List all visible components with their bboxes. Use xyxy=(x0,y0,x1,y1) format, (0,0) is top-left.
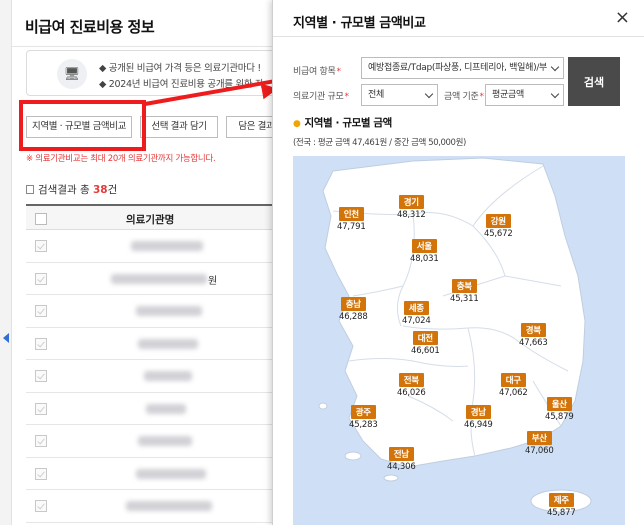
national-summary: (전국 : 평균 금액 47,461원 / 중간 금액 50,000원) xyxy=(293,138,466,148)
blurred-hospital-name xyxy=(138,338,198,349)
table-row[interactable] xyxy=(26,458,290,490)
table-row[interactable] xyxy=(26,393,290,425)
region-label[interactable]: 전남 44,306 xyxy=(387,442,416,472)
region-label[interactable]: 광주 45,283 xyxy=(349,400,378,430)
monitor-icon: 🖥 xyxy=(57,59,87,89)
region-label[interactable]: 충남 46,288 xyxy=(339,292,368,322)
modal-divider xyxy=(273,36,644,37)
result-table: 의료기관명 원 xyxy=(26,204,290,523)
background-page: 비급여 진료비용 정보 🖥 ◆ 공개된 비급여 가격 등은 의료기관마다 ! ◆… xyxy=(0,0,306,525)
island-shape xyxy=(344,451,362,461)
region-label[interactable]: 경남 46,949 xyxy=(464,400,493,430)
region-label[interactable]: 부산 47,060 xyxy=(525,426,554,456)
korea-map: 인천 47,791 경기 48,312 강원 45,672 서울 48,031 충북 45… xyxy=(293,156,625,525)
row-checkbox[interactable] xyxy=(35,272,47,285)
title-divider xyxy=(12,46,290,47)
island-shape xyxy=(318,402,328,410)
section-title: ● 지역별 · 규모별 금액 xyxy=(293,117,392,129)
region-label[interactable]: 대전 46,601 xyxy=(411,326,440,356)
table-row[interactable] xyxy=(26,230,290,263)
region-label[interactable]: 서울 48,031 xyxy=(410,234,439,264)
list-icon xyxy=(26,185,34,194)
chevron-down-icon xyxy=(550,62,560,72)
close-icon[interactable]: × xyxy=(615,8,630,28)
region-label[interactable]: 세종 47,024 xyxy=(402,296,431,326)
region-label[interactable]: 강원 45,672 xyxy=(484,209,513,239)
table-row[interactable] xyxy=(26,360,290,393)
region-label[interactable]: 전북 46,026 xyxy=(397,368,426,398)
region-label[interactable]: 충북 45,311 xyxy=(450,274,479,304)
item-select[interactable]: 예방접종료/Tdap(파상풍, 디프테리아, 백일해)/부 xyxy=(361,57,564,79)
row-checkbox[interactable] xyxy=(35,305,47,317)
page-title: 비급여 진료비용 정보 xyxy=(25,18,155,36)
row-checkbox[interactable] xyxy=(35,370,47,382)
island-shape xyxy=(383,474,399,482)
select-all-checkbox[interactable] xyxy=(35,213,47,225)
region-label[interactable]: 제주 45,877 xyxy=(547,488,576,518)
table-row[interactable] xyxy=(26,425,290,458)
row-checkbox[interactable] xyxy=(35,435,47,447)
chevron-down-icon xyxy=(424,89,434,99)
price-basis-label: 금액 기준* xyxy=(444,92,484,102)
column-header-hospital: 의료기관명 xyxy=(126,214,175,226)
region-label[interactable]: 경기 48,312 xyxy=(397,190,426,220)
notice-box: 🖥 ◆ 공개된 비급여 가격 등은 의료기관마다 ! ◆ 2024년 비급여 진… xyxy=(26,50,290,96)
size-label: 의료기관 규모* xyxy=(293,92,349,102)
row-checkbox[interactable] xyxy=(35,337,47,350)
blurred-hospital-name xyxy=(136,468,206,479)
size-select[interactable]: 전체 xyxy=(361,84,438,106)
table-header: 의료기관명 xyxy=(26,204,290,230)
row-checkbox[interactable] xyxy=(35,240,47,252)
hospital-name-suffix: 원 xyxy=(208,275,218,287)
price-basis-select[interactable]: 평균금액 xyxy=(485,84,564,106)
result-count: 검색결과 총 38건 xyxy=(26,182,117,197)
blurred-hospital-name xyxy=(136,306,202,316)
blurred-hospital-name xyxy=(111,273,207,284)
left-rail[interactable] xyxy=(0,0,12,525)
modal-title: 지역별 · 규모별 금액비교 xyxy=(293,16,426,31)
item-label: 비급여 항목* xyxy=(293,67,341,77)
row-checkbox[interactable] xyxy=(35,402,47,415)
region-label[interactable]: 대구 47,062 xyxy=(499,368,528,398)
highlight-box xyxy=(19,100,146,151)
table-row[interactable]: 원 xyxy=(26,263,290,295)
blurred-hospital-name xyxy=(138,436,192,446)
region-label[interactable]: 인천 47,791 xyxy=(337,202,366,232)
collapse-arrow-icon[interactable] xyxy=(3,333,9,343)
region-compare-modal: 지역별 · 규모별 금액비교 × 비급여 항목* 예방접종료/Tdap(파상풍,… xyxy=(272,0,644,525)
blurred-hospital-name xyxy=(131,241,203,251)
blurred-hospital-name xyxy=(126,501,212,511)
region-label[interactable]: 경북 47,663 xyxy=(519,318,548,348)
compare-limit-note: ※ 의료기관비교는 최대 20개 의료기관까지 가능합니다. xyxy=(26,154,216,164)
row-checkbox[interactable] xyxy=(35,467,47,480)
select-add-button[interactable]: 선택 결과 담기 xyxy=(140,116,218,138)
blurred-hospital-name xyxy=(144,371,192,381)
search-button[interactable]: 검색 xyxy=(568,57,620,106)
chevron-down-icon xyxy=(550,89,560,99)
table-row[interactable] xyxy=(26,328,290,360)
table-row[interactable] xyxy=(26,490,290,523)
row-checkbox[interactable] xyxy=(35,500,47,512)
bullet-icon: ● xyxy=(293,119,301,129)
notice-line-1: ◆ 공개된 비급여 가격 등은 의료기관마다 ! xyxy=(99,63,261,74)
region-label[interactable]: 울산 45,879 xyxy=(545,392,574,422)
table-row[interactable] xyxy=(26,295,290,328)
blurred-hospital-name xyxy=(146,403,186,414)
